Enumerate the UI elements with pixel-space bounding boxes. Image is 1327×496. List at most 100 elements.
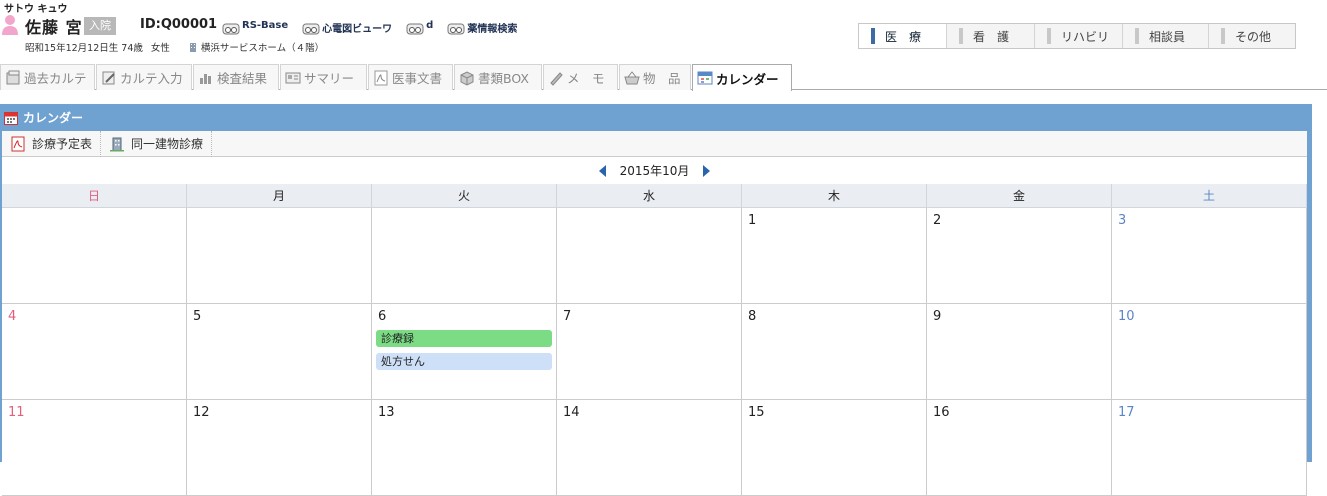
top-nav: 医 療 看 護 リハビリ 相談員 その他 (858, 23, 1296, 49)
day-number: 1 (748, 213, 757, 228)
day-number: 10 (1118, 309, 1135, 324)
viewer-icon (406, 22, 424, 36)
top-nav-label: 医 療 (885, 29, 922, 44)
pdf-icon (11, 136, 25, 151)
next-month-button[interactable] (703, 164, 711, 177)
toolbar-button[interactable]: 同一建物診療 (101, 130, 213, 157)
day-cell[interactable] (2, 208, 187, 304)
nav-bar-marker (871, 28, 875, 44)
day-number: 6 (378, 309, 387, 324)
tab-item[interactable]: カレンダー (692, 64, 792, 91)
month-label: 2015年10月 (619, 164, 690, 178)
calendar-panel: カレンダー 診療予定表 同一建物診療 2015年10月 日月火水木金土123456… (0, 104, 1312, 496)
header-link[interactable]: 心電図ビューワ (302, 20, 392, 36)
header-link[interactable]: 薬情報検索 (447, 20, 517, 36)
day-cell[interactable]: 16 (927, 400, 1112, 496)
top-nav-item[interactable]: 看 護 (947, 24, 1035, 48)
patient-name: 佐藤 宮 (25, 18, 83, 37)
patient-header: サトウ キュウ 佐藤 宮 入院 ID:Q00001 RS-Base 心電図ビューワ… (0, 0, 1327, 62)
facility-label: 横浜サービスホーム（４階） (200, 43, 325, 54)
calendar-grid: 日月火水木金土 1 2 3 4 5 6 診療録 処方せん 7 8 9 10 11 12 13 14 15 16 17 (2, 184, 1307, 496)
day-cell[interactable]: 2 (927, 208, 1112, 304)
history-icon (6, 70, 20, 84)
panel-title: カレンダー (4, 109, 83, 126)
calendar-event[interactable]: 処方せん (376, 353, 552, 370)
pencil-icon (550, 71, 563, 86)
day-cell[interactable]: 7 (557, 304, 742, 400)
top-nav-item[interactable]: 相談員 (1123, 24, 1209, 48)
building-icon (189, 43, 196, 52)
day-number: 4 (8, 309, 17, 324)
tab-label: 検査結果 (217, 71, 268, 86)
tab-label: 過去カルテ (24, 71, 87, 86)
day-number: 5 (193, 309, 202, 324)
header-link-label: RS-Base (242, 20, 289, 31)
tab-bar: 過去カルテ カルテ入力 検査結果 サマリー 医事文書 書類BOX メ モ 物 品 カレンダー (0, 64, 1327, 91)
nav-bar-marker (1047, 28, 1051, 44)
tab-item[interactable]: 過去カルテ (0, 64, 95, 90)
day-cell[interactable]: 13 (372, 400, 557, 496)
nav-bar-marker (959, 28, 963, 44)
day-number: 17 (1118, 405, 1135, 420)
calendar-event[interactable]: 診療録 (376, 330, 552, 347)
weekday-header: 火 (372, 184, 557, 208)
header-link-label: 薬情報検索 (467, 24, 518, 35)
patient-id: ID:Q00001 (140, 17, 218, 32)
day-cell[interactable]: 1 (742, 208, 927, 304)
tab-label: サマリー (304, 71, 355, 86)
day-number: 7 (563, 309, 572, 324)
top-nav-label: その他 (1235, 29, 1272, 44)
edit-icon (102, 71, 115, 84)
top-nav-item[interactable]: 医 療 (859, 24, 947, 48)
day-cell[interactable] (557, 208, 742, 304)
tab-item[interactable]: 検査結果 (193, 64, 279, 90)
calendar-icon (697, 71, 713, 85)
day-number: 16 (933, 405, 950, 420)
day-number: 14 (563, 405, 580, 420)
tab-item[interactable]: サマリー (280, 64, 367, 90)
tab-item[interactable]: 物 品 (619, 64, 691, 90)
header-link[interactable]: RS-Base (222, 20, 288, 36)
weekday-header: 月 (187, 184, 372, 208)
facility: 横浜サービスホーム（４階） (188, 40, 324, 54)
day-number: 3 (1118, 213, 1127, 228)
patient-kana: サトウ キュウ (4, 4, 68, 15)
day-cell[interactable] (187, 208, 372, 304)
day-cell[interactable]: 6 診療録処方せん (372, 304, 557, 400)
viewer-icon (302, 22, 320, 36)
day-cell[interactable]: 8 (742, 304, 927, 400)
day-cell[interactable]: 9 (927, 304, 1112, 400)
day-number: 9 (933, 309, 942, 324)
weekday-header: 木 (742, 184, 927, 208)
day-cell[interactable]: 11 (2, 400, 187, 496)
weekday-header: 土 (1112, 184, 1307, 208)
panel-title-label: カレンダー (23, 111, 84, 125)
header-link[interactable]: d (406, 20, 433, 36)
weekday-header: 金 (927, 184, 1112, 208)
toolbar-button[interactable]: 診療予定表 (2, 130, 102, 157)
day-cell[interactable]: 4 (2, 304, 187, 400)
summary-icon (285, 72, 301, 83)
tab-item[interactable]: 医事文書 (368, 64, 453, 90)
top-nav-item[interactable]: その他 (1209, 24, 1295, 48)
tab-item[interactable]: カルテ入力 (96, 64, 192, 90)
toolbar-button-label: 同一建物診療 (131, 137, 204, 151)
tab-item[interactable]: 書類BOX (454, 64, 542, 90)
day-cell[interactable]: 17 (1112, 400, 1307, 496)
person-icon (2, 15, 18, 35)
day-cell[interactable]: 5 (187, 304, 372, 400)
birth-date: 昭和15年12月12日生 74歳 (25, 43, 143, 54)
day-cell[interactable]: 15 (742, 400, 927, 496)
day-cell[interactable]: 10 (1112, 304, 1307, 400)
calendar-icon (4, 111, 18, 125)
tab-item[interactable]: メ モ (543, 64, 618, 90)
viewer-icon (222, 22, 240, 36)
day-cell[interactable]: 14 (557, 400, 742, 496)
box-icon (460, 70, 474, 86)
day-cell[interactable] (372, 208, 557, 304)
day-cell[interactable]: 12 (187, 400, 372, 496)
prev-month-button[interactable] (598, 164, 606, 177)
day-cell[interactable]: 3 (1112, 208, 1307, 304)
top-nav-item[interactable]: リハビリ (1035, 24, 1123, 48)
weekday-header: 日 (2, 184, 187, 208)
